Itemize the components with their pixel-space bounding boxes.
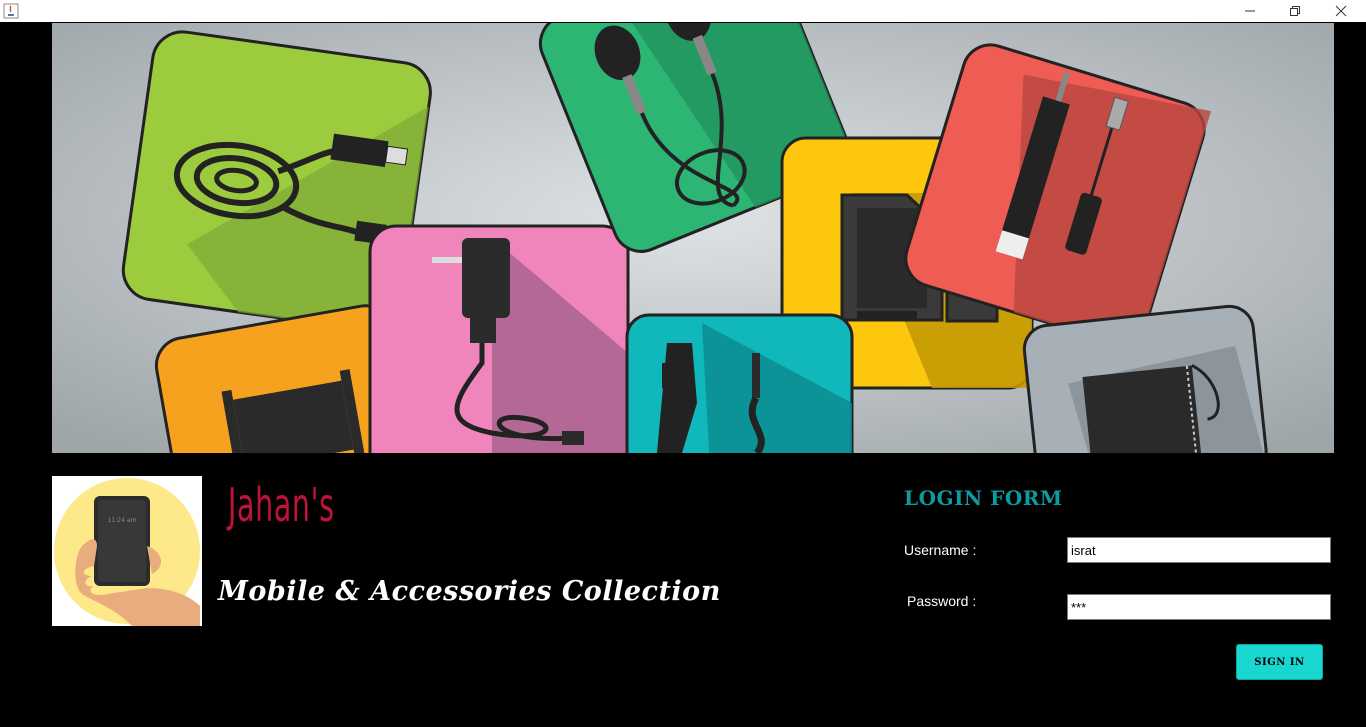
restore-icon [1290,6,1300,16]
sign-in-button[interactable]: SIGN IN [1236,644,1323,680]
close-button[interactable] [1318,0,1364,22]
login-form-title: LOGIN FORM [904,486,1063,510]
logo-clock-text: 11:24 am [108,517,137,524]
username-field[interactable] [1067,537,1331,563]
window-titlebar [0,0,1366,22]
store-logo: 11:24 am [52,476,202,626]
password-label: Password : [907,593,977,609]
minimize-button[interactable] [1227,0,1273,22]
username-label: Username : [904,542,977,558]
store-tagline: Mobile & Accessories Collection [218,576,721,607]
accessories-banner-image [52,23,1334,453]
restore-button[interactable] [1272,0,1318,22]
store-name: Jahan's [228,478,335,532]
password-field[interactable] [1067,594,1331,620]
close-icon [1335,5,1347,17]
minimize-icon [1245,10,1255,12]
java-app-icon [3,3,19,19]
